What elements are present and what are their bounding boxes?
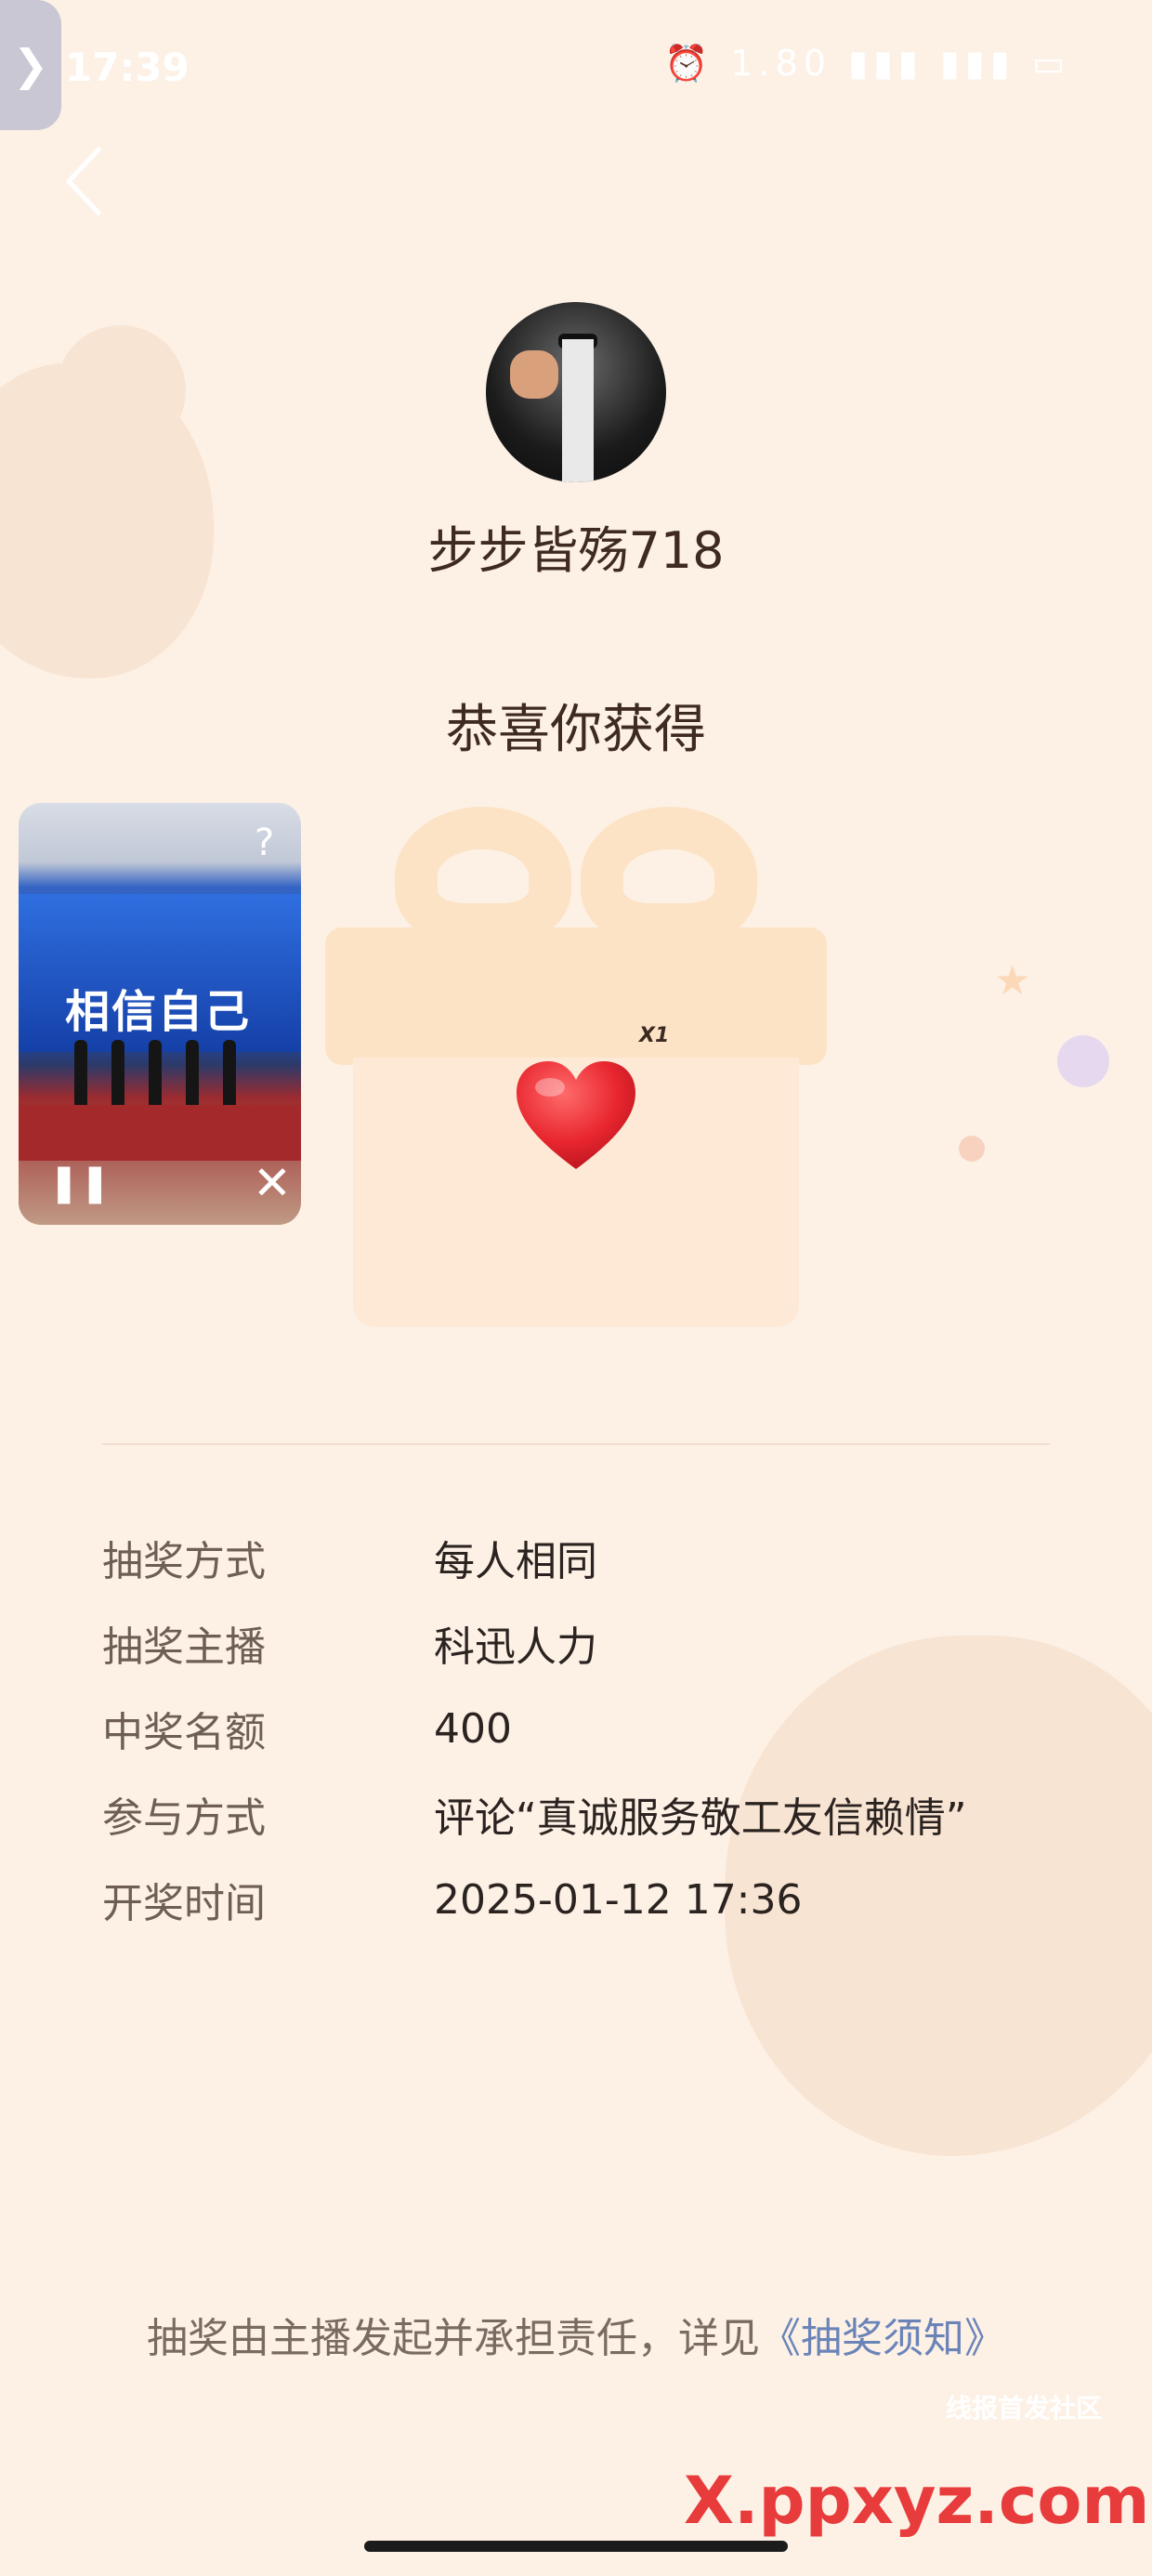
detail-label: 抽奖方式 (102, 1538, 266, 1585)
video-headline: 相信自己 (65, 986, 252, 1038)
chevron-right-icon: ❯ (12, 40, 49, 90)
decor-dot (959, 1136, 985, 1162)
status-time: 17:39 (65, 45, 190, 90)
lottery-details: 抽奖方式 每人相同 抽奖主播 科迅人力 中奖名额 400 参与方式 评论“真诚服… (102, 1515, 1050, 1942)
footer-text: 抽奖由主播发起并承担责任，详见 (147, 2315, 760, 2362)
home-indicator[interactable] (364, 2541, 788, 2552)
star-icon: ★ (994, 957, 1031, 1005)
ear-icon[interactable]: ? (255, 821, 274, 864)
detail-row: 抽奖方式 每人相同 (102, 1515, 1050, 1600)
heart-icon (517, 1061, 635, 1169)
prize-quantity: X1 (639, 1024, 670, 1047)
watermark-text: 线报首发社区 (946, 2393, 1103, 2424)
detail-label: 抽奖主播 (102, 1623, 266, 1671)
detail-value: 2025-01-12 17:36 (434, 1875, 803, 1924)
avatar[interactable] (486, 302, 666, 482)
detail-value: 400 (434, 1704, 512, 1753)
watermark-logo: X.ppxyz.com (684, 2463, 1150, 2539)
detail-label: 参与方式 (102, 1794, 266, 1842)
lottery-rules-link[interactable]: 《抽奖须知》 (760, 2315, 1005, 2362)
detail-row: 中奖名额 400 (102, 1686, 1050, 1771)
pause-icon[interactable]: ❚❚ (48, 1162, 111, 1204)
detail-row: 抽奖主播 科迅人力 (102, 1600, 1050, 1686)
detail-value: 评论“真诚服务敬工友信赖情” (434, 1794, 967, 1842)
footer-notice: 抽奖由主播发起并承担责任，详见《抽奖须知》 (0, 2305, 1152, 2364)
detail-row: 参与方式 评论“真诚服务敬工友信赖情” (102, 1771, 1050, 1857)
detail-value: 每人相同 (434, 1538, 597, 1585)
detail-label: 中奖名额 (102, 1709, 266, 1756)
floating-video-player[interactable]: 相信自己 ? ❚❚ ✕ (19, 803, 301, 1225)
detail-label: 开奖时间 (102, 1880, 266, 1927)
divider (102, 1443, 1050, 1445)
decor-dot (1057, 1035, 1109, 1087)
close-icon[interactable]: ✕ (253, 1156, 292, 1210)
detail-value: 科迅人力 (434, 1623, 597, 1671)
side-panel-tab[interactable]: ❯ (0, 0, 61, 130)
status-icons: ⏰ 1.80 ▮▮▮ ▮▮▮ ▭ (664, 43, 1071, 84)
back-arrow-icon[interactable] (58, 144, 113, 218)
congrats-heading: 恭喜你获得 (446, 700, 706, 760)
username: 步步皆殇718 (427, 521, 725, 580)
detail-row: 开奖时间 2025-01-12 17:36 (102, 1857, 1050, 1942)
